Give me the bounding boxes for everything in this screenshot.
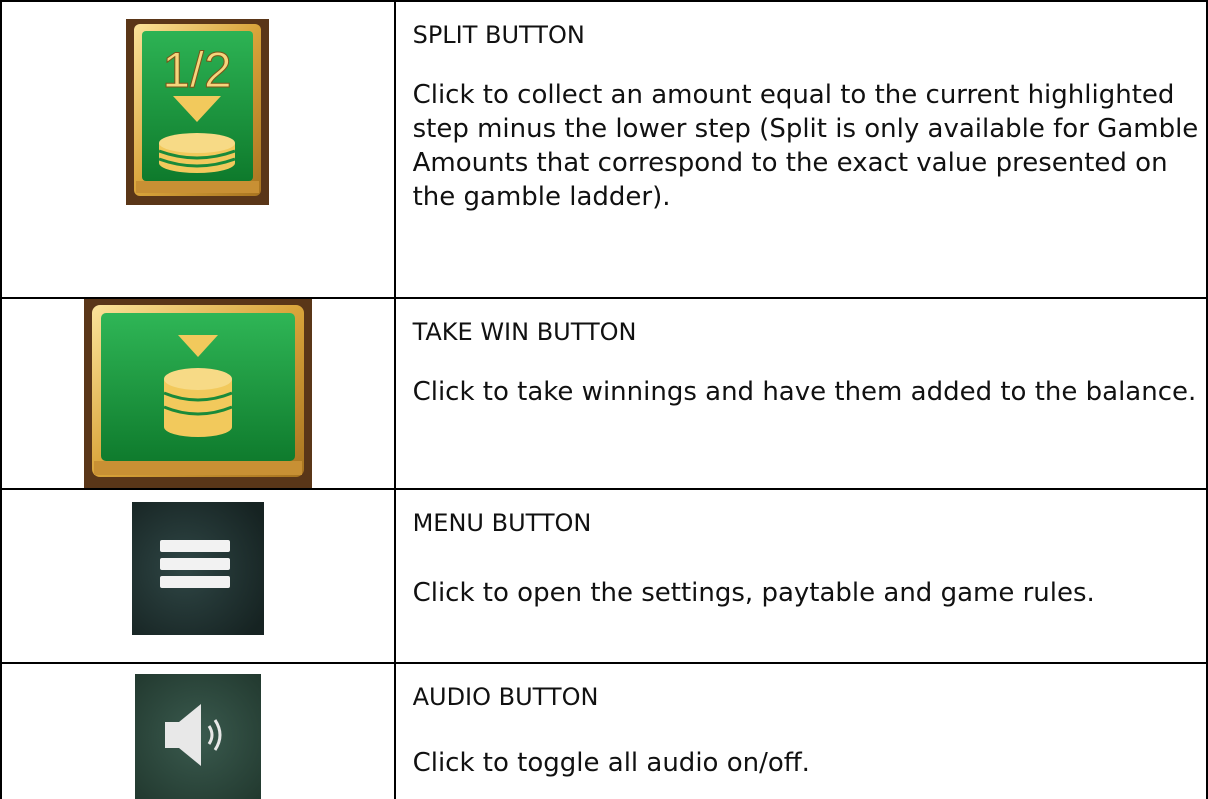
hamburger-menu-icon [131, 502, 264, 635]
icon-cell [0, 297, 396, 490]
take-win-coin-stack-icon [83, 299, 312, 488]
split-half-coin-icon: 1/2 [126, 19, 270, 205]
row-description: Click to collect an amount equal to the … [412, 80, 1199, 212]
row-description: Click to toggle all audio on/off. [412, 748, 810, 778]
row-description: Click to open the settings, paytable and… [412, 578, 1095, 608]
button-reference-table: 1/2 SPLIT BUTTON Click to collect an amo… [0, 0, 1208, 799]
row-title: TAKE WIN BUTTON [412, 318, 637, 346]
table-row: MENU BUTTON Click to open the settings, … [0, 488, 1208, 664]
row-title: MENU BUTTON [412, 509, 592, 537]
text-cell: TAKE WIN BUTTON Click to take winnings a… [393, 297, 1208, 490]
table-row: TAKE WIN BUTTON Click to take winnings a… [0, 297, 1208, 490]
row-description: Click to take winnings and have them add… [412, 377, 1197, 407]
speaker-audio-icon [134, 674, 261, 799]
split-fraction-text: 1/2 [163, 42, 233, 98]
text-cell: AUDIO BUTTON Click to toggle all audio o… [393, 662, 1208, 799]
icon-cell: 1/2 [0, 0, 396, 299]
text-cell: MENU BUTTON Click to open the settings, … [393, 488, 1208, 664]
row-title: AUDIO BUTTON [412, 683, 599, 711]
icon-cell [0, 662, 396, 799]
row-title: SPLIT BUTTON [412, 21, 585, 49]
icon-cell [0, 488, 396, 664]
table-row: 1/2 SPLIT BUTTON Click to collect an amo… [0, 0, 1208, 299]
table-row: AUDIO BUTTON Click to toggle all audio o… [0, 662, 1208, 799]
text-cell: SPLIT BUTTON Click to collect an amount … [393, 0, 1208, 299]
